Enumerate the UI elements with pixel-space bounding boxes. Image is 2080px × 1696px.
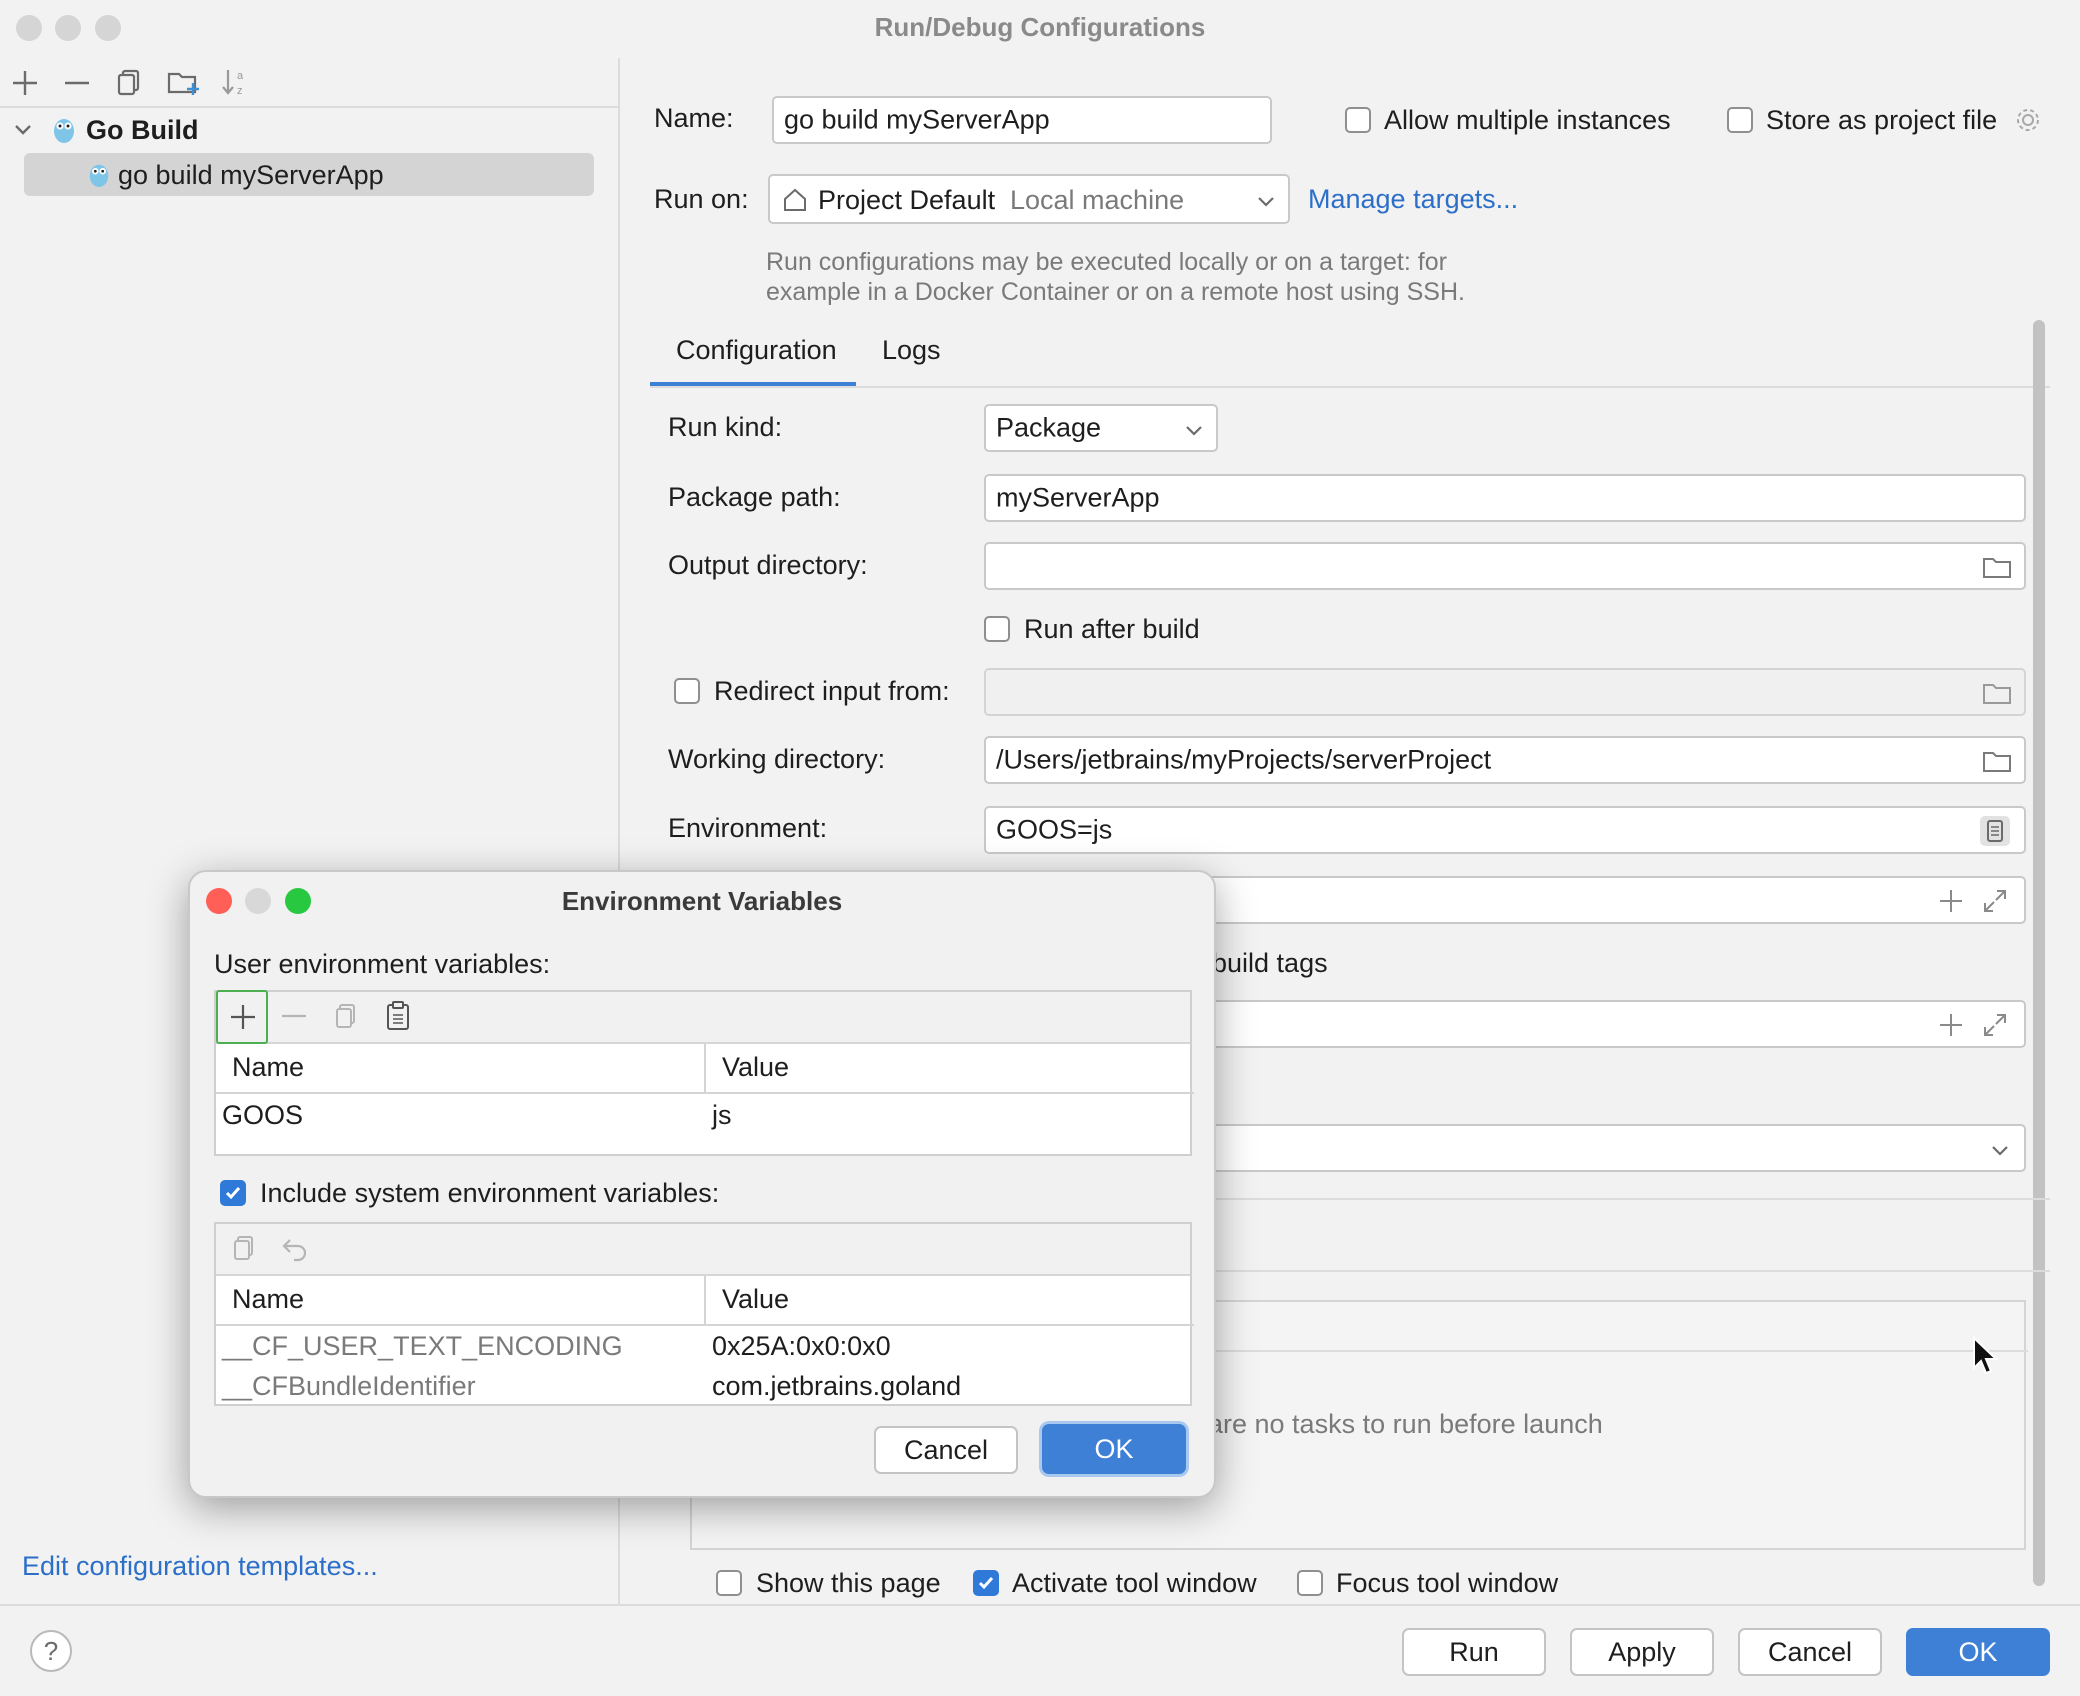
mouse-cursor-icon (1973, 1336, 1998, 1375)
help-button[interactable]: ? (30, 1630, 72, 1672)
name-label: Name: (654, 103, 734, 133)
redirect-input-label: Redirect input from: (714, 676, 950, 706)
add-icon[interactable] (10, 68, 40, 98)
chevron-down-icon[interactable] (12, 118, 34, 140)
expand-icon[interactable] (1982, 1012, 2008, 1038)
cancel-button[interactable]: Cancel (1738, 1628, 1882, 1676)
run-on-help-line2: example in a Docker Container or on a re… (766, 278, 1465, 306)
add-icon (231, 1005, 255, 1029)
apply-button[interactable]: Apply (1570, 1628, 1714, 1676)
copy-icon[interactable] (332, 1002, 360, 1032)
table-row[interactable]: __CFBundleIdentifier com.jetbrains.golan… (216, 1368, 1190, 1406)
environment-variables-dialog: Environment Variables User environment v… (188, 870, 1216, 1498)
working-directory-input[interactable]: /Users/jetbrains/myProjects/serverProjec… (984, 736, 2026, 784)
activate-tool-window-label: Activate tool window (1012, 1568, 1257, 1598)
output-directory-input[interactable] (984, 542, 2026, 590)
system-env-vars-table: Name Value __CF_USER_TEXT_ENCODING 0x25A… (214, 1222, 1194, 1406)
run-on-hint: Local machine (1010, 185, 1185, 215)
show-this-page-checkbox[interactable] (716, 1570, 742, 1596)
environment-label: Environment: (668, 813, 828, 843)
folder-icon[interactable] (1982, 556, 2012, 580)
store-as-project-file-label: Store as project file (1766, 105, 1998, 135)
include-system-vars-checkbox[interactable] (220, 1180, 246, 1206)
folder-icon (1983, 684, 2011, 704)
home-icon (784, 188, 806, 211)
run-on-dropdown[interactable]: Project Default Local machine (768, 174, 1290, 224)
column-header-name[interactable]: Name (232, 1052, 304, 1083)
paste-icon[interactable] (384, 1000, 412, 1032)
add-variable-button[interactable] (216, 990, 268, 1044)
sort-alphabetically-icon[interactable]: az (220, 66, 252, 98)
column-header-value[interactable]: Value (722, 1052, 789, 1083)
chevron-down-icon (1258, 197, 1274, 207)
build-tags-label: build tags (1212, 948, 1328, 978)
chevron-down-icon (1186, 426, 1202, 436)
output-directory-label: Output directory: (668, 550, 868, 580)
store-as-project-file-checkbox[interactable] (1727, 107, 1753, 133)
tree-item-label: go build myServerApp (118, 160, 384, 190)
edit-environment-icon[interactable] (1978, 814, 2012, 848)
tab-configuration[interactable]: Configuration (676, 334, 837, 366)
focus-tool-window-checkbox[interactable] (1297, 1570, 1323, 1596)
working-directory-label: Working directory: (668, 744, 886, 774)
environment-input[interactable]: GOOS=js (984, 806, 2026, 854)
scrollbar-thumb[interactable] (2033, 320, 2045, 1586)
dialog-ok-button[interactable]: OK (1042, 1424, 1186, 1474)
show-this-page-label: Show this page (756, 1568, 941, 1598)
run-on-help-line1: Run configurations may be executed local… (766, 248, 1447, 276)
run-kind-label: Run kind: (668, 412, 783, 442)
svg-text:z: z (237, 85, 243, 97)
before-launch-empty-text: are no tasks to run before launch (1208, 1409, 1603, 1439)
package-path-input[interactable]: myServerApp (984, 474, 2026, 522)
chevron-down-icon (1992, 1146, 2008, 1156)
allow-multiple-instances-checkbox[interactable] (1345, 107, 1371, 133)
new-folder-icon[interactable] (166, 66, 200, 98)
user-env-vars-table: Name Value GOOS js (214, 990, 1194, 1156)
expand-icon[interactable] (1982, 888, 2008, 914)
activate-tool-window-checkbox[interactable] (973, 1570, 999, 1596)
copy-icon[interactable] (230, 1234, 258, 1264)
edit-configuration-templates-link[interactable]: Edit configuration templates... (22, 1550, 378, 1582)
run-on-label: Run on: (654, 184, 749, 214)
table-row[interactable]: GOOS js (216, 1094, 1190, 1138)
gopher-icon (89, 164, 109, 187)
column-header-name[interactable]: Name (232, 1284, 304, 1315)
run-debug-configurations-window: Run/Debug Configurations az Go Build go … (0, 0, 2080, 1696)
remove-icon[interactable] (62, 68, 92, 98)
run-after-build-label: Run after build (1024, 614, 1200, 644)
dialog-title: Environment Variables (561, 886, 843, 916)
column-header-value[interactable]: Value (722, 1284, 789, 1315)
package-path-label: Package path: (668, 482, 841, 512)
svg-text:a: a (237, 70, 244, 82)
focus-tool-window-label: Focus tool window (1336, 1568, 1559, 1598)
run-on-value: Project Default (818, 185, 996, 215)
tree-item-go-build-myserverapp[interactable]: go build myServerApp (24, 153, 594, 196)
redirect-input-field (984, 668, 2026, 716)
user-env-vars-label: User environment variables: (214, 949, 551, 979)
run-after-build-checkbox[interactable] (984, 616, 1010, 642)
run-button[interactable]: Run (1402, 1628, 1546, 1676)
redirect-input-checkbox[interactable] (674, 678, 700, 704)
manage-targets-link[interactable]: Manage targets... (1308, 183, 1518, 215)
name-input[interactable]: go build myServerApp (772, 96, 1272, 144)
copy-icon[interactable] (114, 67, 144, 97)
folder-icon[interactable] (1982, 750, 2012, 774)
window-title: Run/Debug Configurations (874, 12, 1206, 42)
undo-icon[interactable] (280, 1234, 310, 1262)
allow-multiple-instances-label: Allow multiple instances (1384, 105, 1671, 135)
add-icon[interactable] (1938, 1012, 1964, 1038)
run-kind-dropdown[interactable]: Package (984, 404, 1218, 452)
include-system-vars-label: Include system environment variables: (260, 1178, 720, 1208)
gear-icon[interactable] (2014, 106, 2042, 134)
remove-icon[interactable] (280, 1002, 308, 1030)
tree-group-go-build[interactable]: Go Build (86, 114, 198, 146)
add-icon[interactable] (1938, 888, 1964, 914)
gopher-icon (54, 119, 74, 143)
table-row[interactable]: __CF_USER_TEXT_ENCODING 0x25A:0x0:0x0 (216, 1326, 1190, 1368)
dialog-cancel-button[interactable]: Cancel (874, 1426, 1018, 1474)
tab-logs[interactable]: Logs (882, 334, 941, 366)
ok-button[interactable]: OK (1906, 1628, 2050, 1676)
